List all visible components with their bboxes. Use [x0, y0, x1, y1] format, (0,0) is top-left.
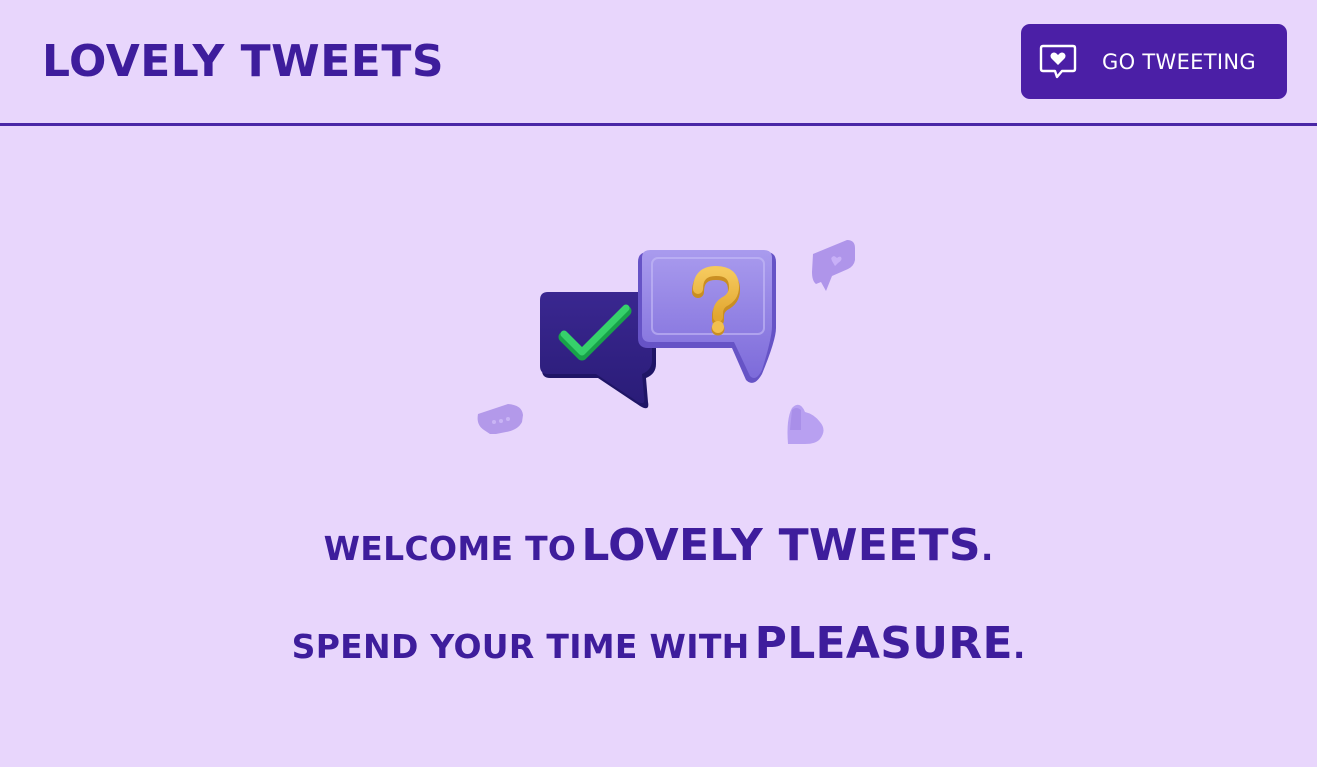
go-tweeting-button[interactable]: GO TWEETING — [1021, 24, 1287, 99]
tagline-period: . — [1012, 627, 1026, 666]
welcome-brand: LOVELY TWEETS — [581, 520, 981, 571]
welcome-period: . — [980, 529, 994, 568]
heart-icon — [787, 404, 824, 444]
question-bubble-icon — [638, 250, 776, 383]
site-logo[interactable]: LOVELY TWEETS — [42, 36, 444, 87]
go-tweeting-label: GO TWEETING — [1102, 49, 1256, 74]
tagline-prefix: SPEND YOUR TIME WITH — [291, 627, 750, 666]
welcome-prefix: WELCOME TO — [323, 529, 577, 568]
heart-chat-icon — [1038, 42, 1078, 82]
welcome-heading: WELCOME TO LOVELY TWEETS. — [0, 520, 1317, 571]
site-header: LOVELY TWEETS GO TWEETING — [0, 0, 1317, 126]
small-bubble-icon — [812, 240, 855, 291]
chat-icon — [477, 404, 523, 434]
tagline-emphasis: PLEASURE — [754, 618, 1013, 669]
chat-bubbles-illustration — [470, 234, 860, 454]
tagline: SPEND YOUR TIME WITH PLEASURE. — [0, 618, 1317, 669]
